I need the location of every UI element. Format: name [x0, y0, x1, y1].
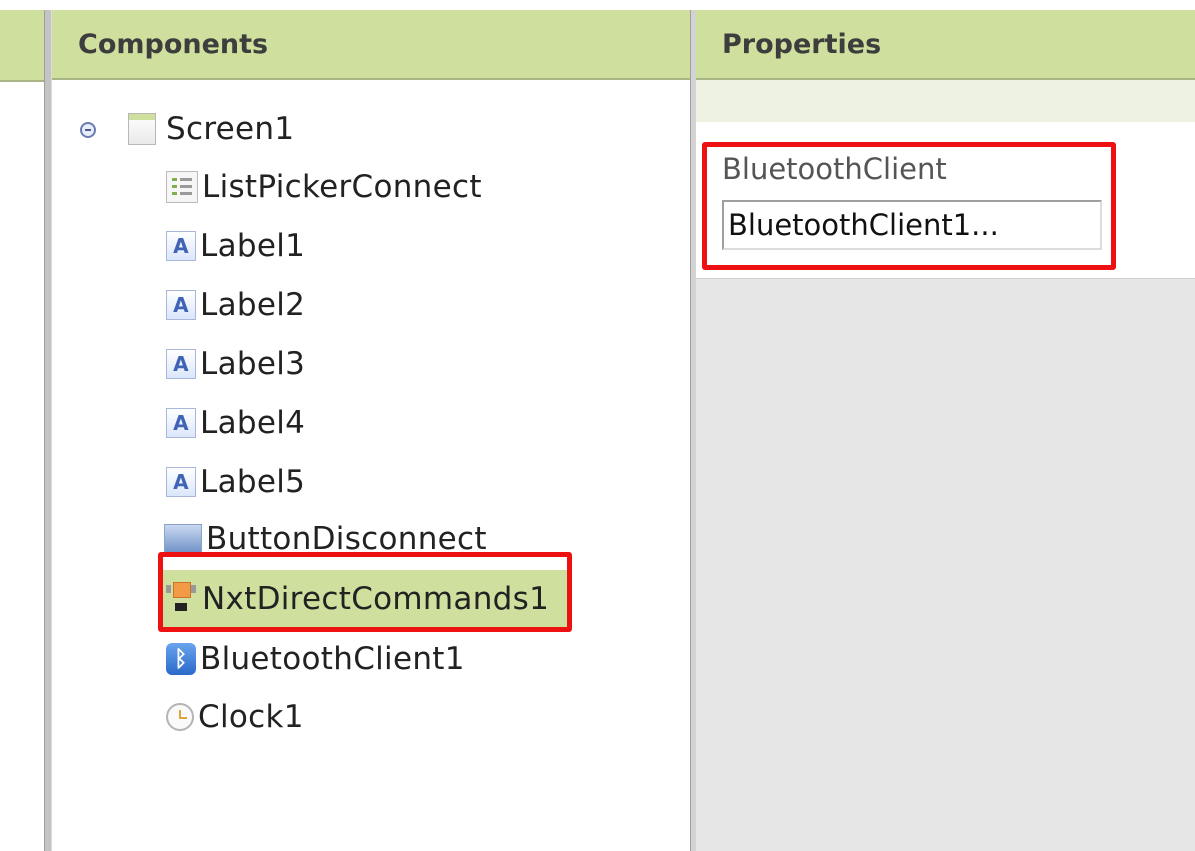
tree-item-label2[interactable]: A Label2 [166, 280, 305, 330]
tree-item-listpickerconnect[interactable]: ListPickerConnect [166, 162, 482, 212]
label-icon: A [166, 231, 196, 261]
tree-item-label: Label1 [200, 228, 306, 264]
panel-divider[interactable] [44, 10, 52, 851]
label-icon: A [166, 408, 196, 438]
tree-item-screen1[interactable]: Screen1 [128, 104, 294, 154]
left-panel-edge [0, 10, 44, 851]
screen-icon [128, 113, 156, 145]
tree-item-label1[interactable]: A Label1 [166, 221, 305, 271]
tree-item-label: ListPickerConnect [202, 169, 482, 205]
tree-item-clock1[interactable]: Clock1 [166, 692, 304, 742]
collapse-toggle-icon[interactable] [80, 122, 96, 138]
button-icon [164, 524, 202, 554]
listpicker-icon [166, 171, 198, 203]
properties-panel: Properties BluetoothClient BluetoothClie… [696, 10, 1195, 851]
tree-item-label: Label4 [200, 405, 306, 441]
tree-item-label5[interactable]: A Label5 [166, 457, 305, 507]
tree-item-label: Label3 [200, 346, 306, 382]
properties-subheader [696, 80, 1195, 123]
label-icon: A [166, 290, 196, 320]
tree-item-label: Label5 [200, 464, 306, 500]
bluetooth-icon: ᛒ [166, 643, 196, 675]
label-icon: A [166, 467, 196, 497]
tree-item-label3[interactable]: A Label3 [166, 339, 305, 389]
tree-item-label: BluetoothClient1 [200, 641, 465, 677]
tree-item-label4[interactable]: A Label4 [166, 398, 305, 448]
components-header: Components [52, 10, 690, 80]
tree-item-bluetoothclient1[interactable]: ᛒ BluetoothClient1 [166, 634, 465, 684]
properties-header: Properties [696, 10, 1195, 80]
label-icon: A [166, 349, 196, 379]
highlight-box-selected-component [158, 552, 572, 632]
tree-item-label: Label2 [200, 287, 306, 323]
components-panel: Components Screen1 ListPickerConnect A L… [52, 10, 690, 851]
left-panel-header [0, 10, 44, 82]
tree-item-label: Clock1 [198, 699, 304, 735]
clock-icon [166, 703, 194, 731]
tree-item-label: Screen1 [166, 111, 295, 147]
highlight-box-property [702, 142, 1116, 270]
